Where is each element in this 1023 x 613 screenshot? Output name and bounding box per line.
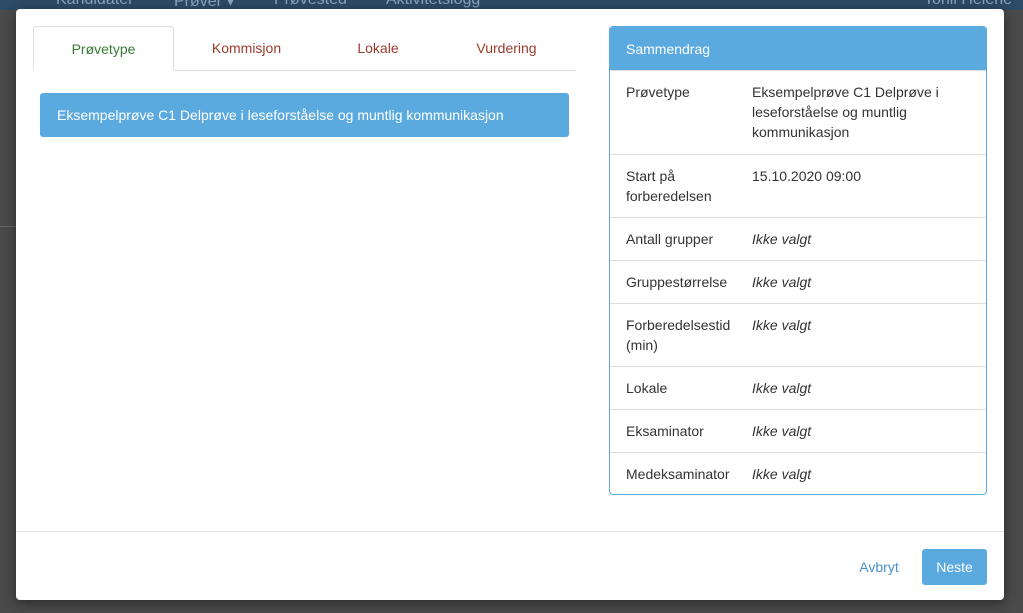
bg-nav-aktivitetslogg: Aktivitetslogg bbox=[386, 0, 480, 9]
tab-lokale[interactable]: Lokale bbox=[319, 26, 437, 70]
next-button[interactable]: Neste bbox=[922, 549, 987, 585]
summary-row-antall-grupper: Antall grupper Ikke valgt bbox=[610, 217, 986, 260]
summary-value: Ikke valgt bbox=[752, 423, 812, 439]
background-divider bbox=[0, 226, 16, 227]
summary-label: Lokale bbox=[626, 380, 668, 396]
summary-row-provetype: Prøvetype Eksempelprøve C1 Delprøve i le… bbox=[610, 70, 986, 154]
bg-nav-kandidater: Kandidater bbox=[56, 0, 133, 9]
summary-label: Gruppestørrelse bbox=[626, 274, 728, 290]
summary-row-start: Start på forberedelsen 15.10.2020 09:00 bbox=[610, 154, 986, 217]
summary-value: 15.10.2020 09:00 bbox=[752, 168, 861, 184]
summary-label: Antall grupper bbox=[626, 231, 714, 247]
create-test-modal: Prøvetype Kommisjon Lokale Vurdering Eks… bbox=[16, 9, 1004, 600]
summary-row-eksaminator: Eksaminator Ikke valgt bbox=[610, 409, 986, 452]
bg-nav-user: Torill Helene bbox=[924, 0, 1012, 9]
selected-test-label: Eksempelprøve C1 Delprøve i leseforståel… bbox=[57, 107, 504, 123]
footer-divider bbox=[16, 531, 1004, 532]
summary-row-forberedelsestid: Forberedelsestid (min) Ikke valgt bbox=[610, 303, 986, 366]
summary-label: Prøvetype bbox=[626, 84, 690, 100]
tab-kommisjon[interactable]: Kommisjon bbox=[174, 26, 319, 70]
summary-panel: Sammendrag Prøvetype Eksempelprøve C1 De… bbox=[609, 26, 987, 495]
bg-nav-provested: Prøvested bbox=[274, 0, 347, 9]
summary-value: Eksempelprøve C1 Delprøve i leseforståel… bbox=[752, 84, 939, 140]
summary-value: Ikke valgt bbox=[752, 380, 812, 396]
summary-value: Ikke valgt bbox=[752, 317, 812, 333]
tab-vurdering[interactable]: Vurdering bbox=[437, 26, 576, 70]
selected-test-item[interactable]: Eksempelprøve C1 Delprøve i leseforståel… bbox=[40, 93, 569, 137]
cancel-button[interactable]: Avbryt bbox=[849, 549, 909, 585]
summary-title: Sammendrag bbox=[610, 27, 986, 70]
summary-value: Ikke valgt bbox=[752, 466, 812, 482]
summary-value: Ikke valgt bbox=[752, 231, 812, 247]
summary-label: Eksaminator bbox=[626, 423, 704, 439]
summary-row-gruppestorrelse: Gruppestørrelse Ikke valgt bbox=[610, 260, 986, 303]
summary-value: Ikke valgt bbox=[752, 274, 812, 290]
summary-row-medeksaminator: Medeksaminator Ikke valgt bbox=[610, 452, 986, 494]
summary-label: Start på forberedelsen bbox=[626, 168, 712, 204]
summary-label: Forberedelsestid (min) bbox=[626, 317, 731, 353]
wizard-tabs: Prøvetype Kommisjon Lokale Vurdering bbox=[33, 26, 576, 71]
summary-label: Medeksaminator bbox=[626, 466, 730, 482]
tab-provetype[interactable]: Prøvetype bbox=[33, 26, 174, 71]
summary-row-lokale: Lokale Ikke valgt bbox=[610, 366, 986, 409]
